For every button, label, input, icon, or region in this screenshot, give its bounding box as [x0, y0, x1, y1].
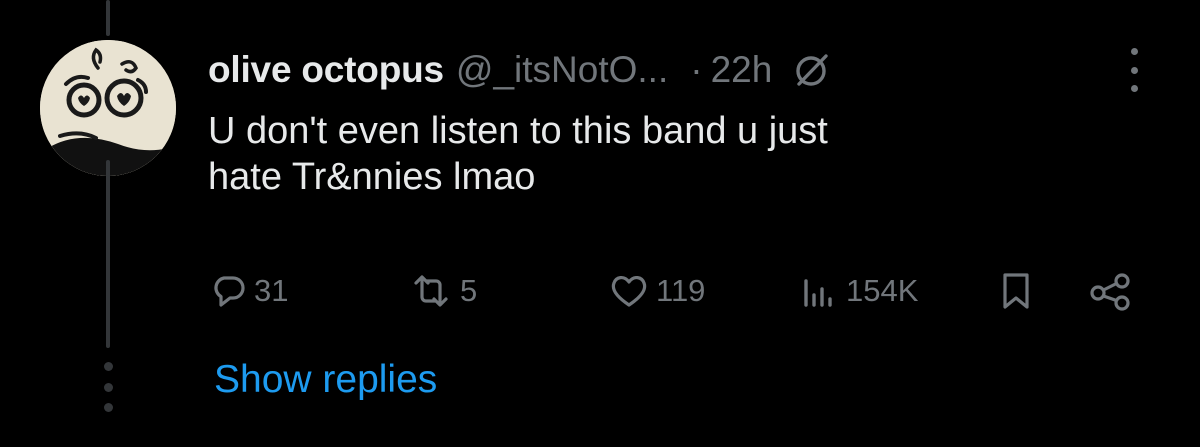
tweet-text-line: hate Tr&nnies lmao	[208, 156, 536, 198]
repost-icon	[414, 275, 448, 307]
reply-bubble-icon	[214, 276, 245, 307]
like-count: 119	[656, 273, 706, 308]
separator-dot: ·	[690, 49, 703, 90]
view-count: 154K	[846, 273, 919, 308]
avatar-doodle-icon	[40, 40, 176, 176]
repost-button[interactable]: 5	[408, 262, 477, 320]
show-replies-link[interactable]: Show replies	[214, 358, 437, 402]
reply-count: 31	[254, 273, 289, 308]
user-handle[interactable]: @_itsNotO...	[456, 49, 668, 91]
thread-dot	[103, 403, 113, 412]
heart-icon	[611, 276, 647, 307]
grok-icon[interactable]	[794, 52, 830, 88]
action-bar: 31 5 119 154K	[0, 262, 1200, 320]
timestamp[interactable]: 22h	[711, 49, 773, 91]
avatar[interactable]	[40, 40, 176, 176]
thread-more-dots[interactable]	[102, 362, 114, 412]
bookmark-icon	[1003, 273, 1029, 309]
views-bar-chart-icon	[804, 279, 832, 307]
bookmark-button[interactable]	[996, 262, 1036, 320]
tweet-text-line: U don't even listen to this band u just	[208, 110, 828, 152]
tweet-text: U don't even listen to this band u just …	[208, 108, 1108, 200]
thread-dot	[103, 382, 113, 392]
thread-line-top	[106, 0, 110, 36]
repost-count: 5	[460, 273, 478, 308]
tweet-header: olive octopus @_itsNotO... · 22h	[208, 42, 830, 98]
more-vertical-icon[interactable]	[1124, 48, 1144, 92]
views-button[interactable]: 154K	[798, 262, 918, 320]
share-icon	[1090, 273, 1130, 311]
share-button[interactable]	[1088, 262, 1134, 320]
like-button[interactable]: 119	[608, 262, 705, 320]
thread-dot	[103, 362, 113, 371]
display-name[interactable]: olive octopus	[208, 49, 444, 91]
reply-button[interactable]: 31	[208, 262, 288, 320]
